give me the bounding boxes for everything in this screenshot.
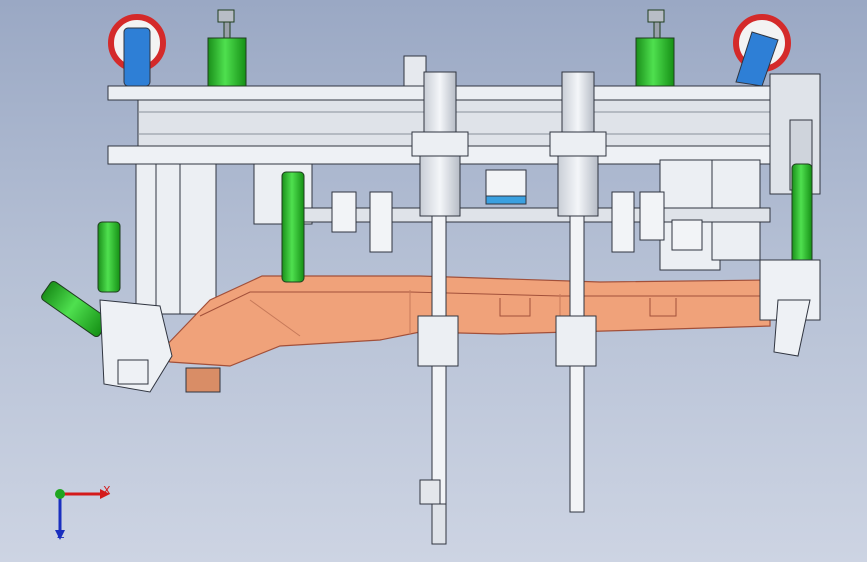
z-axis-label: Z	[57, 528, 65, 541]
cad-viewport[interactable]: X Z	[0, 0, 867, 562]
green-cylinder-mid	[281, 171, 305, 283]
clamp-block-top-right	[635, 9, 675, 87]
sheet-metal-part	[159, 275, 771, 367]
caster-wheel-left	[108, 14, 166, 87]
clamp-block-top-left	[207, 9, 247, 87]
y-axis-dot	[55, 489, 65, 499]
right-clamp-unit	[759, 259, 821, 357]
x-axis-label: X	[103, 484, 111, 497]
fixture-assembly-model[interactable]	[0, 0, 867, 562]
green-cylinder-left-vertical	[97, 221, 121, 293]
